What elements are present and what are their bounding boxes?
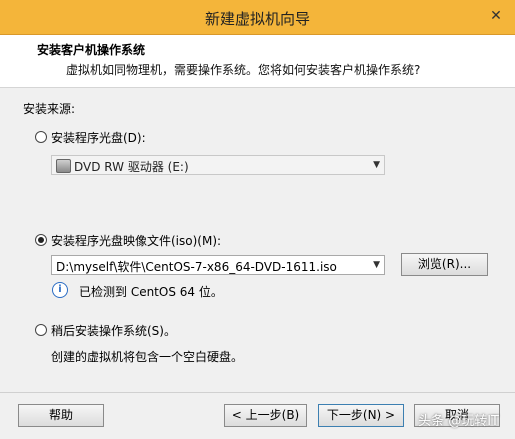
step-title: 安装客户机操作系统 (37, 43, 146, 57)
close-icon[interactable]: ✕ (485, 6, 507, 26)
install-later-note: 创建的虚拟机将包含一个空白硬盘。 (51, 350, 244, 364)
dvd-drive-icon (56, 159, 71, 173)
chevron-down-icon[interactable]: ▼ (373, 260, 380, 270)
radio-installer-disc[interactable] (35, 131, 47, 143)
wizard-header: 安装客户机操作系统 虚拟机如同物理机，需要操作系统。您将如何安装客户机操作系统? (0, 35, 515, 88)
radio-iso-image[interactable] (35, 234, 47, 246)
help-button[interactable]: 帮助 (18, 404, 104, 427)
chevron-down-icon: ▼ (373, 160, 380, 170)
title-bar: 新建虚拟机向导 ✕ (0, 0, 515, 35)
window-title: 新建虚拟机向导 (204, 10, 310, 28)
footer-divider (0, 392, 515, 393)
iso-path-input[interactable]: D:\myself\软件\CentOS-7-x86_64-DVD-1611.is… (51, 255, 385, 275)
radio-install-later[interactable] (35, 324, 47, 336)
back-button[interactable]: < 上一步(B) (224, 404, 307, 427)
detected-os-text: 已检测到 CentOS 64 位。 (79, 285, 223, 299)
disc-drive-select[interactable]: DVD RW 驱动器 (E:) ▼ (51, 155, 385, 175)
iso-path-value: D:\myself\软件\CentOS-7-x86_64-DVD-1611.is… (56, 260, 337, 274)
iso-image-label[interactable]: 安装程序光盘映像文件(iso)(M): (51, 232, 221, 249)
watermark-text: 头条 @玩转IT (418, 414, 499, 429)
install-source-label: 安装来源: (23, 102, 76, 116)
step-subtitle: 虚拟机如同物理机，需要操作系统。您将如何安装客户机操作系统? (66, 63, 421, 77)
install-later-label[interactable]: 稍后安装操作系统(S)。 (51, 322, 176, 339)
info-icon: i (52, 282, 68, 298)
disc-drive-value: DVD RW 驱动器 (E:) (74, 160, 189, 174)
installer-disc-label[interactable]: 安装程序光盘(D): (51, 129, 146, 146)
next-button[interactable]: 下一步(N) > (318, 404, 404, 427)
browse-button[interactable]: 浏览(R)... (401, 253, 488, 276)
